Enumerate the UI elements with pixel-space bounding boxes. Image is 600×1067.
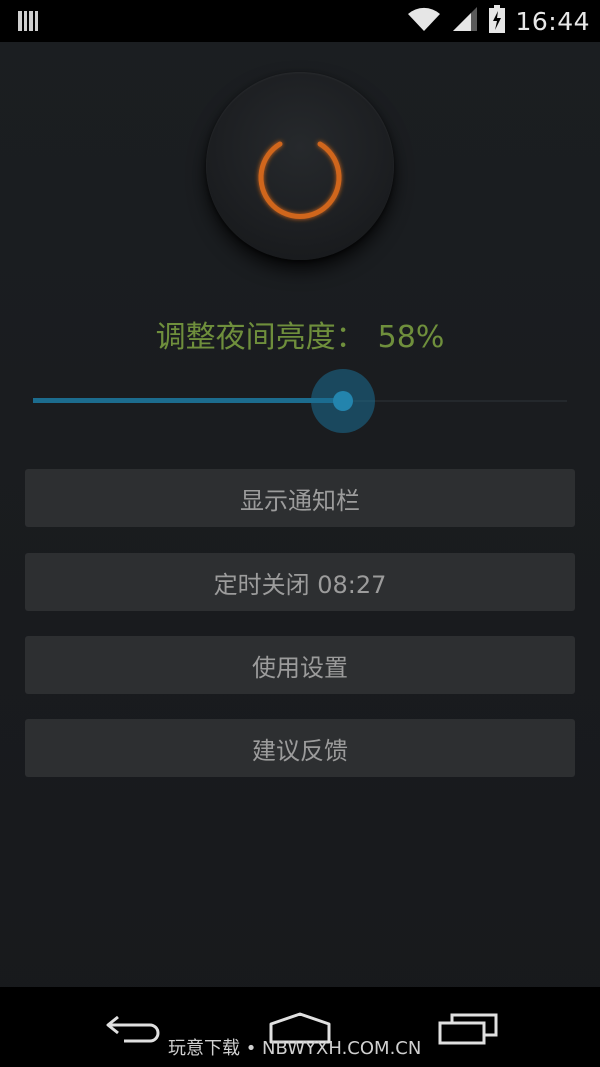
back-icon[interactable] bbox=[104, 1013, 162, 1049]
show-notification-button[interactable]: 显示通知栏 bbox=[25, 469, 575, 527]
brightness-value: 58% bbox=[377, 320, 445, 355]
power-button[interactable] bbox=[206, 72, 394, 260]
battery-charging-icon bbox=[489, 5, 506, 37]
brightness-slider[interactable] bbox=[33, 369, 567, 433]
slider-thumb[interactable] bbox=[310, 369, 375, 433]
app-screen: 16:44 调整夜间亮度： 58% 显示通知栏 定时关闭 08:27 使用设置 建… bbox=[0, 0, 600, 1067]
brightness-label: 调整夜间亮度： 58% bbox=[0, 312, 600, 356]
status-time: 16:44 bbox=[515, 6, 590, 36]
slider-thumb-core bbox=[332, 391, 353, 411]
status-bar: 16:44 bbox=[0, 0, 600, 42]
timer-off-button[interactable]: 定时关闭 08:27 bbox=[25, 553, 575, 611]
recent-apps-icon[interactable] bbox=[438, 1013, 498, 1049]
feedback-button[interactable]: 建议反馈 bbox=[25, 719, 575, 777]
watermark-text: 玩意下载 • NBWYXH.COM.CN bbox=[168, 1038, 422, 1059]
usage-settings-button[interactable]: 使用设置 bbox=[25, 636, 575, 694]
wifi-icon bbox=[407, 6, 441, 36]
signal-icon bbox=[451, 6, 479, 36]
brightness-label-text: 调整夜间亮度： bbox=[155, 320, 366, 355]
barcode-icon bbox=[18, 9, 40, 33]
status-icons: 16:44 bbox=[407, 0, 590, 42]
power-icon bbox=[258, 127, 342, 219]
slider-fill bbox=[33, 398, 343, 403]
